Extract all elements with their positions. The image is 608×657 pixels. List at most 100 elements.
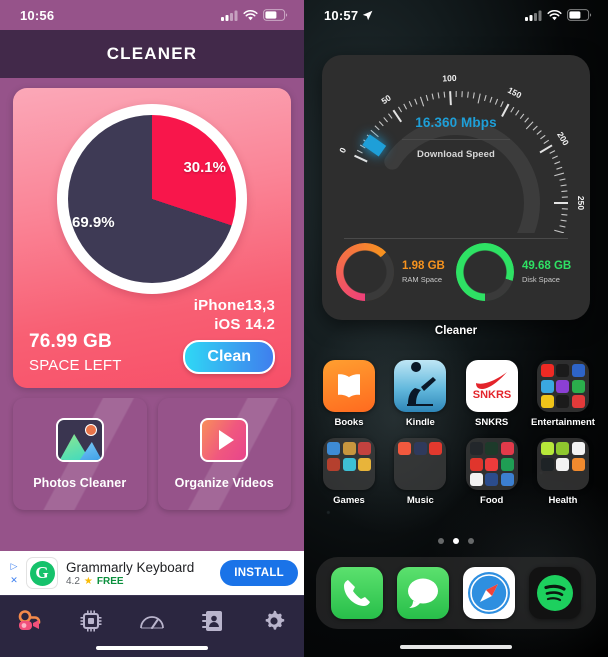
tool-cards-row: Photos Cleaner Organize Videos <box>13 398 291 510</box>
location-arrow-icon <box>363 10 373 20</box>
page-dot[interactable] <box>438 538 444 544</box>
space-left-caption: SPACE LEFT <box>29 357 122 374</box>
folder-icon <box>536 438 589 490</box>
organize-videos-label: Organize Videos <box>174 476 274 490</box>
page-title: CLEANER <box>106 44 198 63</box>
ad-close-icon[interactable]: ✕ <box>10 575 18 586</box>
pie-outer-ring: 30.1% 69.9% <box>57 104 247 294</box>
widget-separator <box>344 238 568 239</box>
ad-rating: 4.2 <box>66 575 80 587</box>
battery-icon <box>567 9 592 21</box>
wifi-icon <box>547 9 562 20</box>
app-row-2: Games Music Food Health <box>318 438 594 506</box>
disk-label: Disk Space <box>522 275 560 284</box>
photos-cleaner-card[interactable]: Photos Cleaner <box>13 398 147 510</box>
widget-title: Cleaner <box>434 325 478 337</box>
contacts-book-icon <box>201 611 222 631</box>
battery-icon <box>263 9 288 21</box>
os-version: iOS 14.2 <box>214 316 275 333</box>
install-button[interactable]: INSTALL <box>220 560 298 586</box>
ad-banner[interactable]: ▷ ✕ G Grammarly Keyboard 4.2 ★ FREE INST… <box>0 551 304 595</box>
space-left-value: 76.99 GB <box>29 331 112 352</box>
photos-cleaner-label: Photos Cleaner <box>33 476 127 490</box>
clean-button[interactable]: Clean <box>183 340 275 374</box>
home-screen-app-grid: Books Kindle SNKRS SNKRS Entertainment G… <box>318 360 595 516</box>
cellular-signal-icon <box>221 10 238 21</box>
app-folder-music[interactable]: Music <box>389 438 451 506</box>
svg-text:50: 50 <box>379 92 393 106</box>
photo-icon <box>55 418 104 462</box>
download-speed-value: 16.360 Mbps <box>415 115 497 130</box>
page-dot[interactable] <box>453 538 459 544</box>
resource-rings-row: 63% 1.98 GB RAM Space 80% 49.68 GB Disk … <box>322 243 590 301</box>
safari-compass-icon[interactable] <box>463 567 515 619</box>
speedometer-icon <box>140 616 164 629</box>
app-label: SNKRS <box>475 417 509 428</box>
home-indicator <box>400 645 512 649</box>
svg-text:100: 100 <box>442 73 457 84</box>
cleaner-widget[interactable]: 050100150200250300350400450500 16.360 Mb… <box>322 55 590 333</box>
sidebar-item-speed[interactable] <box>122 606 183 636</box>
home-indicator <box>96 646 208 650</box>
app-label: Books <box>334 417 364 428</box>
svg-text:150: 150 <box>506 85 523 101</box>
ad-app-name: Grammarly Keyboard <box>66 559 195 575</box>
status-time: 10:56 <box>20 7 55 23</box>
app-snkrs[interactable]: SNKRS SNKRS <box>461 360 523 428</box>
snkrs-icon: SNKRS <box>465 360 518 412</box>
folder-icon <box>323 438 375 490</box>
cellular-signal-icon <box>525 10 542 21</box>
vacuum-icon <box>19 610 41 630</box>
app-label: Entertainment <box>531 417 595 428</box>
app-row-1: Books Kindle SNKRS SNKRS Entertainment <box>318 360 595 428</box>
disk-percent: 80% <box>471 264 499 280</box>
phone-icon[interactable] <box>331 567 383 619</box>
grammarly-letter: G <box>29 560 55 586</box>
ram-ring: 63% <box>336 243 394 301</box>
ad-marker-icon: ▷ <box>10 560 18 571</box>
sidebar-item-settings[interactable] <box>243 606 304 636</box>
organize-videos-card[interactable]: Organize Videos <box>157 398 292 510</box>
storage-summary-card: 30.1% 69.9% 76.99 GB SPACE LEFT iPhone13… <box>13 88 291 388</box>
right-status-bar: 10:57 <box>304 0 608 30</box>
wifi-icon <box>243 9 258 20</box>
sidebar-item-cpu[interactable] <box>61 606 122 636</box>
left-phone-screen: 10:56 CLEANER 30.1% 69.9% 76.99 GB SPACE… <box>0 0 304 657</box>
left-app-header: CLEANER <box>0 30 304 78</box>
chip-icon <box>80 610 102 632</box>
app-folder-food[interactable]: Food <box>461 438 523 506</box>
play-icon <box>200 418 249 462</box>
app-folder-health[interactable]: Health <box>532 438 594 506</box>
spotify-icon[interactable] <box>529 567 581 619</box>
app-folder-games[interactable]: Games <box>318 438 380 506</box>
download-speed-label: Download Speed <box>417 149 495 160</box>
app-label: Food <box>480 495 504 506</box>
pie-disc: 30.1% 69.9% <box>68 115 236 283</box>
sidebar-item-cleaner[interactable] <box>0 606 61 636</box>
storage-pie-chart: 30.1% 69.9% <box>57 104 247 294</box>
sidebar-item-contacts[interactable] <box>182 606 243 636</box>
gear-icon <box>265 610 284 630</box>
app-kindle[interactable]: Kindle <box>389 360 451 428</box>
star-icon: ★ <box>83 575 93 587</box>
ram-value: 1.98 GB <box>402 260 445 272</box>
disk-ring-unit: 80% 49.68 GB Disk Space <box>456 243 576 301</box>
app-folder-entertainment[interactable]: Entertainment <box>531 360 595 428</box>
folder-icon <box>394 438 447 490</box>
kindle-icon <box>394 360 447 412</box>
download-speed-gauge: 050100150200250300350400450500 16.360 Mb… <box>322 55 590 333</box>
gauge-readout: 16.360 Mbps Download Speed <box>322 115 590 160</box>
app-books[interactable]: Books <box>318 360 380 428</box>
dock <box>316 557 596 629</box>
messages-icon[interactable] <box>397 567 449 619</box>
page-dots[interactable] <box>304 538 608 544</box>
storage-card-info: 76.99 GB SPACE LEFT iPhone13,3 iOS 14.2 … <box>29 297 275 374</box>
folder-icon <box>536 360 589 412</box>
folder-icon <box>465 438 518 490</box>
grammarly-logo-icon: G <box>26 557 58 589</box>
right-phone-screen: 10:57 0 50 100 150 200 250 16.360 Mbps D… <box>304 0 608 657</box>
page-dot[interactable] <box>468 538 474 544</box>
device-model: iPhone13,3 <box>193 297 275 314</box>
pie-used-label: 30.1% <box>183 159 226 176</box>
books-icon <box>323 360 375 412</box>
